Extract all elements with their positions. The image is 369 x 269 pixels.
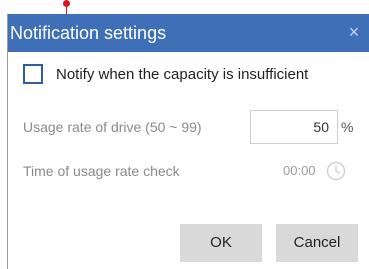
dialog-title: Notification settings bbox=[10, 23, 167, 43]
cancel-button[interactable]: Cancel bbox=[276, 224, 358, 262]
notify-capacity-row: Notify when the capacity is insufficient bbox=[23, 64, 363, 88]
usage-rate-input[interactable]: 50 bbox=[250, 110, 338, 144]
usage-check-time-value[interactable]: 00:00 bbox=[283, 163, 316, 178]
position-marker-line bbox=[66, 5, 67, 14]
dialog-titlebar: Notification settings × bbox=[8, 14, 369, 52]
notification-settings-dialog: Notification settings × Notify when the … bbox=[7, 14, 369, 269]
clock-icon[interactable] bbox=[326, 161, 346, 181]
notify-capacity-label[interactable]: Notify when the capacity is insufficient bbox=[56, 66, 308, 83]
notify-capacity-checkbox[interactable] bbox=[23, 64, 43, 84]
ok-button[interactable]: OK bbox=[180, 224, 262, 262]
usage-check-time-label: Time of usage rate check bbox=[23, 163, 180, 179]
percent-unit: % bbox=[341, 119, 354, 135]
usage-rate-label: Usage rate of drive (50 ~ 99) bbox=[23, 119, 202, 135]
close-icon[interactable]: × bbox=[344, 22, 364, 42]
